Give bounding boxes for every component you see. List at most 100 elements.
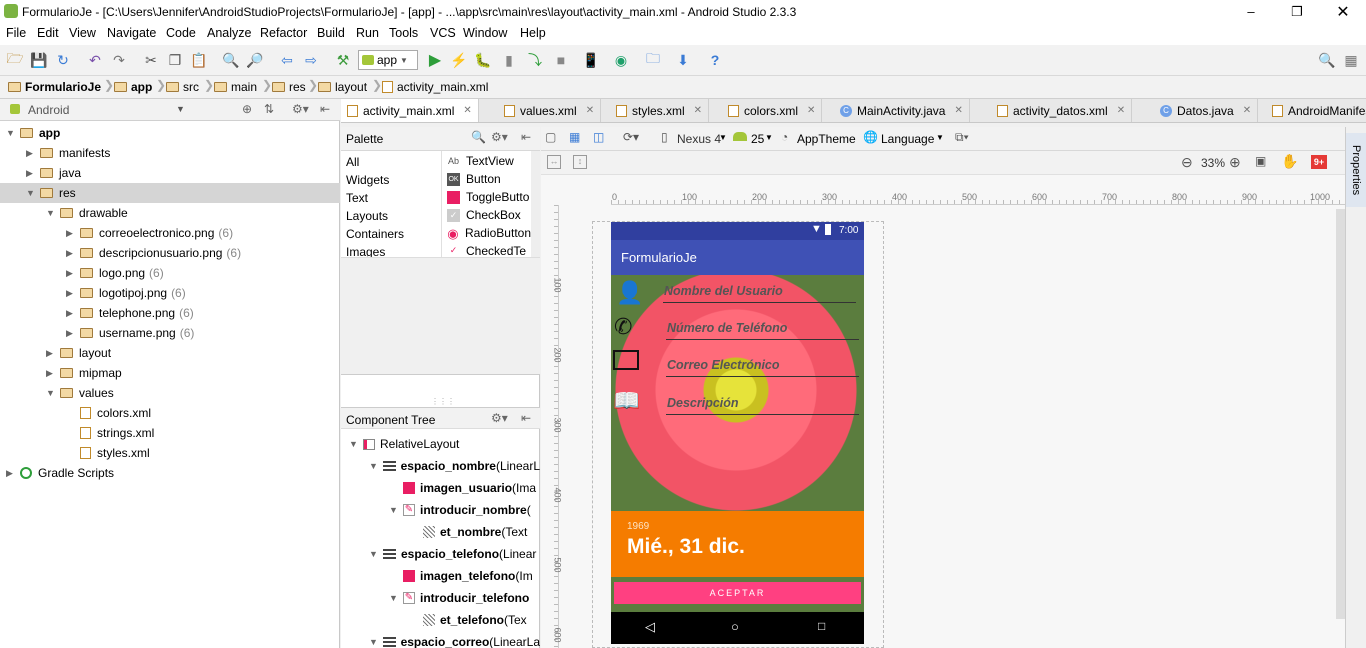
coverage-icon[interactable]: ▮	[500, 51, 518, 69]
crumb-main[interactable]: main	[214, 80, 257, 94]
gradle-sync-icon[interactable]: ◉	[612, 51, 630, 69]
make-project-icon[interactable]: ⚒	[334, 51, 352, 69]
avd-manager-icon[interactable]: 📱	[582, 51, 600, 69]
component-tree-item[interactable]: ▼ espacio_nombre (LinearL	[341, 455, 540, 477]
copy-icon[interactable]: ❐	[166, 51, 184, 69]
tab-colors-xml[interactable]: colors.xml ✕	[722, 99, 823, 122]
resize-icon[interactable]: ↕	[573, 155, 587, 169]
project-tree-item[interactable]: ▼ drawable	[0, 203, 340, 223]
home-nav-icon[interactable]: ○	[731, 619, 739, 634]
tab-activity-datos-xml[interactable]: activity_datos.xml ✕	[991, 99, 1133, 122]
zoom-in-icon[interactable]: ⊕	[1229, 154, 1241, 171]
menu-run[interactable]: Run	[356, 26, 379, 40]
palette-category-widgets[interactable]: Widgets	[346, 173, 389, 187]
sync-icon[interactable]: ↻	[54, 51, 72, 69]
recents-nav-icon[interactable]: □	[818, 619, 825, 633]
attach-debugger-icon[interactable]: ⤵	[526, 51, 544, 69]
project-view-label[interactable]: Android	[28, 103, 69, 117]
expand-arrow-icon[interactable]: ▼	[389, 593, 403, 603]
project-tree-item[interactable]: ▼ values	[0, 383, 340, 403]
paste-icon[interactable]: 📋	[190, 51, 208, 69]
sdk-manager-icon[interactable]: ⬇	[674, 51, 692, 69]
collapse-all-icon[interactable]: ⇅	[264, 102, 274, 116]
phone-field[interactable]: Número de Teléfono	[666, 318, 859, 340]
expand-arrow-icon[interactable]: ▼	[349, 439, 363, 449]
gear-icon[interactable]: ⚙▾	[491, 411, 508, 425]
menu-refactor[interactable]: Refactor	[260, 26, 307, 40]
expand-arrow-icon[interactable]: ▼	[369, 549, 383, 559]
expand-arrow-icon[interactable]: ▼	[46, 208, 60, 218]
palette-category-layouts[interactable]: Layouts	[346, 209, 388, 223]
date-year[interactable]: 1969	[627, 521, 649, 532]
device-selector[interactable]: Nexus 4	[677, 132, 721, 146]
tab-activity-main-xml[interactable]: activity_main.xml ✕	[341, 99, 479, 122]
component-tree-item[interactable]: ▼ RelativeLayout	[341, 433, 540, 455]
debug-icon[interactable]: 🐛	[474, 51, 492, 69]
project-tree-item[interactable]: ▶ java	[0, 163, 340, 183]
event-log-icon[interactable]: ▦	[1342, 51, 1360, 69]
zoom-out-icon[interactable]: ⊖	[1181, 154, 1193, 171]
menu-analyze[interactable]: Analyze	[207, 26, 251, 40]
scroll-from-source-icon[interactable]: ⊕	[242, 102, 252, 116]
cut-icon[interactable]: ✂	[142, 51, 160, 69]
close-tab-icon[interactable]: ✕	[586, 105, 594, 116]
palette-item-checkedtextview[interactable]: ✓ CheckedTe	[447, 244, 531, 257]
project-tree-item[interactable]: ▶ correoelectronico.png (6)	[0, 223, 340, 243]
palette-scrollbar[interactable]	[531, 151, 540, 257]
tab-values-xml[interactable]: values.xml ✕	[498, 99, 602, 122]
component-tree-item[interactable]: et_telefono (Tex	[341, 609, 540, 631]
expand-arrow-icon[interactable]: ▼	[389, 505, 403, 515]
crumb-file[interactable]: activity_main.xml	[382, 80, 488, 94]
close-tab-icon[interactable]: ✕	[694, 105, 702, 116]
project-tree-item[interactable]: ▶ logotipoj.png (6)	[0, 283, 340, 303]
date-text[interactable]: Mié., 31 dic.	[627, 535, 745, 559]
minimize-button[interactable]: –	[1228, 0, 1274, 23]
collapse-arrow-icon[interactable]: ▶	[46, 368, 60, 379]
expand-arrow-icon[interactable]: ▼	[46, 388, 60, 398]
close-tab-icon[interactable]: ✕	[1117, 105, 1125, 116]
vertical-scrollbar[interactable]	[1336, 209, 1345, 619]
crumb-res[interactable]: res	[272, 80, 306, 94]
component-tree-item[interactable]: et_nombre (Text	[341, 521, 540, 543]
save-icon[interactable]: 💾	[30, 51, 48, 69]
menu-navigate[interactable]: Navigate	[107, 26, 156, 40]
description-field[interactable]: Descripción	[666, 393, 859, 415]
gear-icon[interactable]: ⚙▾	[491, 130, 508, 144]
palette-category-containers[interactable]: Containers	[346, 227, 404, 241]
search-icon[interactable]: 🔍	[471, 130, 486, 144]
collapse-arrow-icon[interactable]: ▶	[66, 308, 80, 319]
accept-button[interactable]: ACEPTAR	[614, 582, 861, 604]
run-icon[interactable]: ▶	[426, 51, 444, 69]
open-folder-icon[interactable]: 🗁	[6, 50, 24, 69]
back-icon[interactable]: ⇦	[278, 51, 296, 69]
replace-icon[interactable]: 🔎	[246, 51, 264, 69]
name-field[interactable]: Nombre del Usuario	[663, 281, 856, 303]
palette-item-button[interactable]: OK Button	[447, 172, 501, 186]
maximize-button[interactable]: ❐	[1274, 0, 1320, 23]
close-tab-icon[interactable]: ✕	[463, 105, 471, 116]
project-structure-icon[interactable]: 🗀	[644, 50, 662, 69]
design-surface-icon[interactable]: ▢	[545, 130, 556, 144]
expand-arrow-icon[interactable]: ▼	[26, 188, 40, 198]
close-button[interactable]: ✕	[1320, 0, 1366, 23]
menu-tools[interactable]: Tools	[389, 26, 418, 40]
hide-panel-icon[interactable]: ⇤	[521, 130, 531, 144]
api-selector[interactable]: 25	[751, 132, 764, 146]
menu-file[interactable]: File	[6, 26, 26, 40]
gear-icon[interactable]: ⚙▾	[292, 102, 309, 116]
menu-vcs[interactable]: VCS	[430, 26, 456, 40]
warnings-badge[interactable]: 9+	[1311, 155, 1327, 169]
help-icon[interactable]: ?	[706, 51, 724, 69]
menu-window[interactable]: Window	[463, 26, 507, 40]
component-tree-item[interactable]: imagen_telefono (Im	[341, 565, 540, 587]
collapse-arrow-icon[interactable]: ▶	[46, 348, 60, 359]
collapse-arrow-icon[interactable]: ▶	[6, 468, 20, 479]
palette-item-textview[interactable]: Ab TextView	[447, 154, 514, 168]
orientation-icon[interactable]: ⟳▾	[623, 130, 639, 144]
blueprint-icon[interactable]: ▦	[569, 130, 580, 144]
forward-icon[interactable]: ⇨	[302, 51, 320, 69]
theme-selector[interactable]: AppTheme	[797, 132, 856, 146]
crumb-src[interactable]: src	[166, 80, 199, 94]
menu-view[interactable]: View	[69, 26, 96, 40]
close-tab-icon[interactable]: ✕	[1243, 105, 1251, 116]
